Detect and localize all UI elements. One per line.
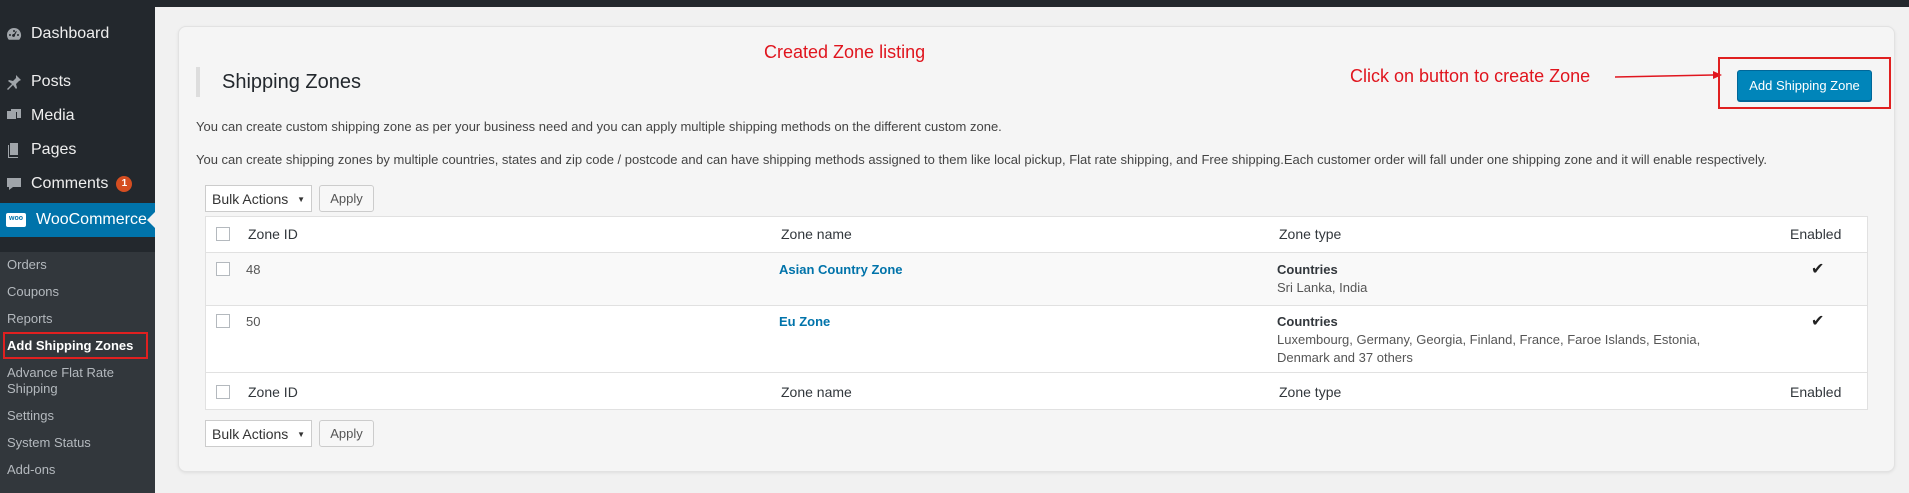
admin-menu: Dashboard Posts Media Pages Comments 1 w… <box>0 17 155 237</box>
menu-label: Pages <box>31 141 77 158</box>
woo-icon: woo <box>6 213 26 227</box>
dropdown-arrow-icon: ▼ <box>297 195 305 204</box>
menu-label: Comments <box>31 175 109 192</box>
submenu-item-system-status[interactable]: System Status <box>0 435 91 450</box>
annotation-listing: Created Zone listing <box>764 42 926 62</box>
submenu-item-orders[interactable]: Orders <box>0 257 47 272</box>
media-icon <box>6 108 22 124</box>
row-checkbox[interactable] <box>216 262 230 276</box>
enabled-check-icon: ✔ <box>1811 261 1825 278</box>
dropdown-arrow-icon: ▼ <box>297 430 305 439</box>
menu-label: WooCommerce <box>36 211 147 228</box>
pages-icon <box>6 142 22 158</box>
column-header-enabled: Enabled <box>1790 226 1842 242</box>
apply-button-top[interactable]: Apply <box>319 185 374 212</box>
bulk-actions-select-top[interactable]: Bulk Actions ▼ <box>205 185 312 212</box>
submenu-item-add-ons[interactable]: Add-ons <box>0 462 55 477</box>
menu-item-pages[interactable]: Pages <box>0 133 155 167</box>
column-header-zone-name[interactable]: Zone name <box>781 226 852 242</box>
annotation-arrow <box>1615 71 1722 79</box>
submenu-item-settings[interactable]: Settings <box>0 408 54 423</box>
apply-button-bottom[interactable]: Apply <box>319 420 374 447</box>
submenu-item-coupons[interactable]: Coupons <box>0 284 59 299</box>
zone-id: 48 <box>246 262 261 277</box>
highlight-box-submenu <box>3 332 148 359</box>
menu-label: Posts <box>31 73 72 90</box>
zone-name-link[interactable]: Asian Country Zone <box>779 262 903 277</box>
zone-id: 50 <box>246 314 261 329</box>
menu-item-comments[interactable]: Comments 1 <box>0 167 155 201</box>
menu-item-media[interactable]: Media <box>0 99 155 133</box>
select-all-checkbox-footer[interactable] <box>216 385 230 399</box>
column-footer-zone-name[interactable]: Zone name <box>781 384 852 400</box>
highlight-box-button <box>1718 57 1891 109</box>
admin-sidebar: Dashboard Posts Media Pages Comments 1 w… <box>0 0 155 493</box>
menu-item-dashboard[interactable]: Dashboard <box>0 17 155 51</box>
table-row-stripe <box>206 252 1867 305</box>
column-header-zone-type[interactable]: Zone type <box>1279 226 1341 242</box>
column-header-zone-id[interactable]: Zone ID <box>248 226 298 242</box>
menu-label: Dashboard <box>31 25 110 42</box>
submenu-item-reports[interactable]: Reports <box>0 311 53 326</box>
menu-item-posts[interactable]: Posts <box>0 65 155 99</box>
woocommerce-submenu: Orders Coupons Reports Add Shipping Zone… <box>0 252 155 493</box>
annotation-button: Click on button to create Zone <box>1350 66 1591 86</box>
submenu-item-advance-flat-rate-shipping[interactable]: Advance Flat Rate Shipping <box>0 365 137 397</box>
description-1: You can create custom shipping zone as p… <box>196 119 1002 134</box>
comment-count-badge: 1 <box>116 176 133 192</box>
column-footer-zone-type[interactable]: Zone type <box>1279 384 1341 400</box>
bulk-actions-select-bottom[interactable]: Bulk Actions ▼ <box>205 420 312 447</box>
zone-name-link[interactable]: Eu Zone <box>779 314 830 329</box>
row-checkbox[interactable] <box>216 314 230 328</box>
menu-label: Media <box>31 107 75 124</box>
enabled-check-icon: ✔ <box>1811 313 1825 330</box>
dashboard-icon <box>6 26 22 42</box>
title-accent <box>196 67 200 97</box>
admin-top-bar <box>0 0 1909 7</box>
zone-countries-more: Denmark and 37 others <box>1277 350 1413 365</box>
select-all-checkbox[interactable] <box>216 227 230 241</box>
zone-type: Countries <box>1277 262 1338 277</box>
comment-icon <box>6 176 22 192</box>
pin-icon <box>6 74 22 90</box>
page-title: Shipping Zones <box>222 71 361 93</box>
column-footer-zone-id[interactable]: Zone ID <box>248 384 298 400</box>
menu-item-woocommerce[interactable]: woo WooCommerce <box>0 203 155 237</box>
zone-type: Countries <box>1277 314 1338 329</box>
zone-countries: Luxembourg, Germany, Georgia, Finland, F… <box>1277 332 1701 347</box>
column-footer-enabled: Enabled <box>1790 384 1842 400</box>
zones-table: Zone ID Zone name Zone type Enabled 48 A… <box>205 216 1868 410</box>
description-2: You can create shipping zones by multipl… <box>196 152 1768 167</box>
zone-countries: Sri Lanka, India <box>1277 280 1368 295</box>
